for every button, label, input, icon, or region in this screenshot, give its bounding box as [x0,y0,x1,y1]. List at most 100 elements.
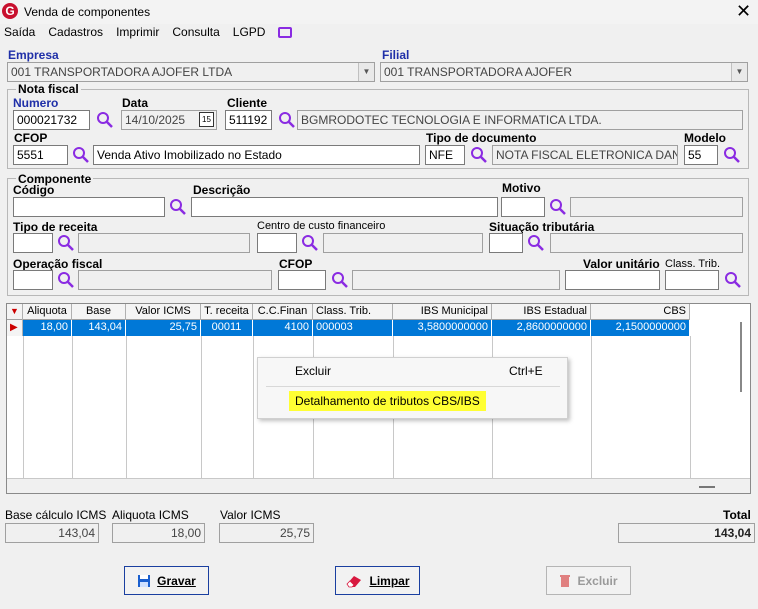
app-logo-icon: G [2,3,18,19]
context-menu-excluir[interactable]: Excluir [295,364,331,378]
calendar-icon[interactable]: 15 [199,112,214,127]
valor-icms-value: 25,75 [219,523,314,543]
chevron-down-icon[interactable]: ▼ [358,63,374,81]
class-trib-label: Class. Trib. [665,258,721,270]
cell-cbs[interactable]: 2,1500000000 [591,320,690,336]
tipo-receita-label: Tipo de receita [13,220,98,234]
descricao-input[interactable] [191,197,498,217]
context-menu: Excluir Ctrl+E Detalhamento de tributos … [257,357,568,419]
cell-valor-icms[interactable]: 25,75 [126,320,201,336]
search-icon[interactable] [72,146,90,164]
numero-input[interactable]: 000021732 [13,110,90,130]
col-header-t-receita[interactable]: T. receita [201,304,253,320]
close-icon[interactable]: ✕ [736,1,751,21]
motivo-input[interactable] [501,197,545,217]
context-menu-detalhamento[interactable]: Detalhamento de tributos CBS/IBS [289,391,486,411]
col-header-aliquota[interactable]: Aliquota [23,304,72,320]
search-icon[interactable] [96,111,114,129]
col-header-cc-finan[interactable]: C.C.Finan [253,304,313,320]
componente-cfop-input[interactable] [278,270,326,290]
cfop-input[interactable]: 5551 [13,145,68,165]
centro-custo-description [323,233,483,253]
filial-label: Filial [382,48,410,62]
centro-custo-label: Centro de custo financeiro [257,220,386,232]
tipo-receita-description [78,233,250,253]
col-header-ibs-municipal[interactable]: IBS Municipal [393,304,492,320]
vertical-scrollbar[interactable] [740,322,742,392]
operacao-fiscal-input[interactable] [13,270,53,290]
menu-item-saida[interactable]: Saída [4,25,35,43]
search-icon[interactable] [470,146,488,164]
monitor-icon[interactable] [278,27,293,38]
grid-column-line [126,336,127,478]
componente-cfop-description [352,270,560,290]
excluir-label: Excluir [577,573,618,588]
tipo-documento-description: NOTA FISCAL ELETRONICA DANFE [492,145,678,165]
col-header-valor-icms[interactable]: Valor ICMS [126,304,201,320]
empresa-select[interactable]: 001 TRANSPORTADORA AJOFER LTDA ▼ [7,62,375,82]
search-icon[interactable] [724,271,742,289]
codigo-input[interactable] [13,197,165,217]
menu-bar: Saída Cadastros Imprimir Consulta LGPD [4,25,293,43]
situacao-tributaria-input[interactable] [489,233,523,253]
scrollbar-thumb[interactable] [699,486,715,488]
search-icon[interactable] [57,234,75,252]
class-trib-input[interactable] [665,270,719,290]
search-icon[interactable] [549,198,567,216]
valor-unitario-input[interactable] [565,270,660,290]
cell-class-trib[interactable]: 000003 [313,320,393,336]
chevron-down-icon[interactable]: ▼ [731,63,747,81]
limpar-button[interactable]: Limpar [335,566,420,595]
cell-ibs-estadual[interactable]: 2,8600000000 [492,320,591,336]
menu-item-imprimir[interactable]: Imprimir [116,25,159,43]
cell-ibs-municipal[interactable]: 3,5800000000 [393,320,492,336]
cfop-description-field: Venda Ativo Imobilizado no Estado [93,145,420,165]
centro-custo-input[interactable] [257,233,297,253]
search-icon[interactable] [57,271,75,289]
search-icon[interactable] [278,111,296,129]
empresa-value: 001 TRANSPORTADORA AJOFER LTDA [11,65,233,79]
col-header-class-trib[interactable]: Class. Trib. [313,304,393,320]
grid-column-line [591,336,592,478]
save-icon [138,574,151,587]
componente-cfop-label: CFOP [279,257,313,271]
grid-column-line [253,336,254,478]
modelo-input[interactable]: 55 [684,145,718,165]
table-row[interactable]: ▶ 18,00 143,04 25,75 00011 4100 000003 3… [7,320,690,336]
menu-item-cadastros[interactable]: Cadastros [48,25,103,43]
cell-cc-finan[interactable]: 4100 [253,320,313,336]
situacao-tributaria-label: Situação tributária [489,220,595,234]
cliente-code-input[interactable]: 511192 [225,110,272,130]
cell-base[interactable]: 143,04 [72,320,126,336]
modelo-label: Modelo [684,131,726,145]
col-header-base[interactable]: Base [72,304,126,320]
context-menu-excluir-shortcut: Ctrl+E [509,364,543,378]
filial-value: 001 TRANSPORTADORA AJOFER [384,65,573,79]
menu-item-lgpd[interactable]: LGPD [233,25,266,43]
tipo-documento-input[interactable]: NFE [425,145,465,165]
window-title: Venda de componentes [24,5,151,19]
menu-item-consulta[interactable]: Consulta [172,25,219,43]
gravar-button[interactable]: Gravar [124,566,209,595]
cfop-label: CFOP [14,131,48,145]
horizontal-scrollbar[interactable] [7,478,750,493]
grid-column-line [23,336,24,478]
search-icon[interactable] [169,198,187,216]
valor-icms-label: Valor ICMS [220,508,281,522]
sort-arrow-icon[interactable]: ▼ [7,304,23,320]
search-icon[interactable] [527,234,545,252]
cell-aliquota[interactable]: 18,00 [23,320,72,336]
col-header-ibs-estadual[interactable]: IBS Estadual [492,304,591,320]
col-header-cbs[interactable]: CBS [591,304,690,320]
search-icon[interactable] [301,234,319,252]
operacao-fiscal-label: Operação fiscal [13,257,103,271]
excluir-button[interactable]: Excluir [546,566,631,595]
data-value: 14/10/2025 [125,113,186,127]
filial-select[interactable]: 001 TRANSPORTADORA AJOFER ▼ [380,62,748,82]
search-icon[interactable] [723,146,741,164]
numero-label: Numero [13,96,59,110]
search-icon[interactable] [331,271,349,289]
valor-unitario-label: Valor unitário [583,257,660,271]
cell-t-receita[interactable]: 00011 [201,320,253,336]
tipo-receita-input[interactable] [13,233,53,253]
